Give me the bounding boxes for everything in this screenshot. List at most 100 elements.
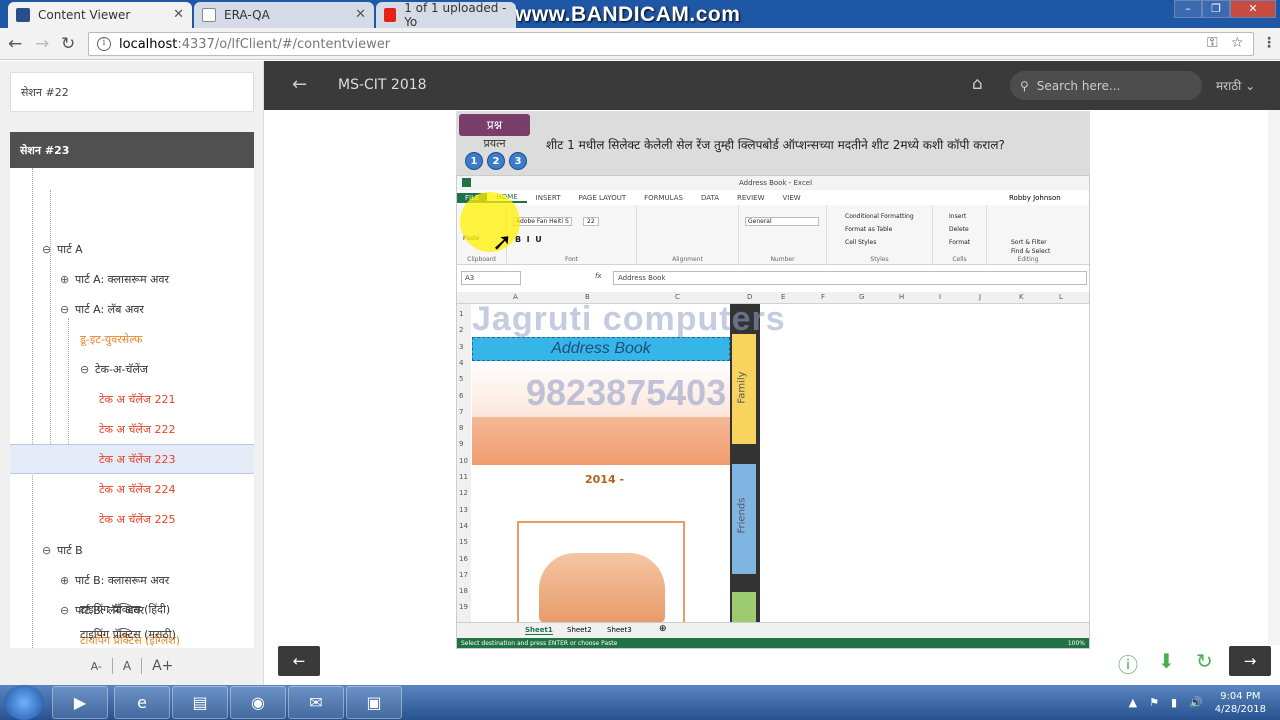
row-header: 17 xyxy=(459,570,468,579)
forward-icon[interactable]: → xyxy=(35,34,49,54)
collapse-icon[interactable]: ⊖ xyxy=(60,303,72,316)
home-icon[interactable]: ⌂ xyxy=(972,74,983,94)
tree-item-part-a-classroom[interactable]: ⊕ पार्ट A: क्लासरूम अवर xyxy=(60,264,169,294)
language-dropdown[interactable]: मराठी ⌄ xyxy=(1216,77,1255,94)
tray-arrow-icon[interactable]: ▲ xyxy=(1129,696,1137,709)
clock[interactable]: 9:04 PM 4/28/2018 xyxy=(1215,690,1266,716)
start-button-icon[interactable] xyxy=(4,685,44,720)
minimize-icon[interactable]: – xyxy=(1174,0,1202,18)
next-button[interactable]: → xyxy=(1229,646,1271,676)
app-header: ← MS-CIT 2018 ⌂ ⚲ Search here... मराठी ⌄ xyxy=(264,61,1280,110)
tab-close-icon[interactable]: ✕ xyxy=(355,7,366,22)
info-circle-icon[interactable]: ⓘ xyxy=(1118,649,1138,678)
search-input[interactable]: ⚲ Search here... xyxy=(1010,71,1202,100)
row-header: 8 xyxy=(459,424,464,433)
back-icon[interactable]: ← xyxy=(8,34,22,54)
page-favicon-icon xyxy=(202,8,216,22)
tree-item-take-a-challenge[interactable]: ⊖ टेक-अ-चॅलेंज xyxy=(80,354,148,384)
column-header: K xyxy=(1019,293,1024,301)
search-icon: ⚲ xyxy=(1020,78,1029,93)
tab-title: 1 of 1 uploaded - Yo xyxy=(404,2,507,28)
font-decrease-button[interactable]: A- xyxy=(91,660,102,673)
sort-filter: Sort & Filter xyxy=(1011,239,1047,246)
tree-item-challenge-225[interactable]: टेक अ चॅलेंज 225 xyxy=(99,504,176,534)
question-badge: प्रश्न प्रयत्न 1 2 3 xyxy=(459,114,530,172)
tree-item-challenge-221[interactable]: टेक अ चॅलेंज 221 xyxy=(99,384,176,414)
tree-item-challenge-224[interactable]: टेक अ चॅलेंज 224 xyxy=(99,474,176,504)
tree-item-part-b[interactable]: ⊖ पार्ट B xyxy=(42,535,83,565)
tree-item-part-b-classroom[interactable]: ⊕ पार्ट B: क्लासरूम अवर xyxy=(60,565,169,595)
network-icon[interactable]: ▮ xyxy=(1171,696,1177,709)
flag-icon[interactable]: ⚑ xyxy=(1149,696,1159,709)
tree-item-part-a-lab[interactable]: ⊖ पार्ट A: लॅब अवर xyxy=(60,294,144,324)
tab-content-viewer[interactable]: Content Viewer ✕ xyxy=(8,2,192,28)
internet-explorer-icon[interactable]: e xyxy=(114,686,170,719)
column-header: H xyxy=(899,293,905,301)
browser-tab-strip: Content Viewer ✕ ERA-QA ✕ 1 of 1 uploade… xyxy=(0,0,1280,28)
format-as-table: Format as Table xyxy=(845,226,893,233)
telephone-icon xyxy=(539,553,665,623)
tab-title: Content Viewer xyxy=(38,8,131,22)
tree-label: टाइपिंग प्रॅक्टिस (हिंदी) xyxy=(80,602,171,616)
new-sheet-icon: ⊕ xyxy=(659,624,667,634)
tree-item-challenge-223[interactable]: टेक अ चॅलेंज 223 xyxy=(10,444,254,474)
collapse-icon[interactable]: ⊖ xyxy=(42,243,54,256)
key-icon[interactable]: ⚿ xyxy=(1207,35,1218,51)
expand-icon[interactable]: ⊕ xyxy=(60,273,72,286)
row-header: 7 xyxy=(459,407,464,416)
bookmark-star-icon[interactable]: ☆ xyxy=(1231,35,1244,51)
window-controls: – ❐ ✕ xyxy=(1174,0,1276,18)
outlook-icon[interactable]: ✉ xyxy=(288,686,344,719)
tree-label: टेक अ चॅलेंज 225 xyxy=(99,512,176,526)
previous-button[interactable]: ← xyxy=(278,646,320,676)
chrome-icon[interactable]: ◉ xyxy=(230,686,286,719)
expand-icon[interactable]: ⊕ xyxy=(60,574,72,587)
tab-youtube[interactable]: 1 of 1 uploaded - Yo xyxy=(376,2,516,28)
font-increase-button[interactable]: A+ xyxy=(152,658,173,674)
file-explorer-icon[interactable]: ▤ xyxy=(172,686,228,719)
font-reset-button[interactable]: A xyxy=(123,659,131,673)
attempt-label: प्रयत्न xyxy=(483,137,506,150)
row-header: 19 xyxy=(459,603,468,612)
excel-logo-icon xyxy=(462,178,471,187)
row-header: 11 xyxy=(459,473,468,481)
tab-close-icon[interactable]: ✕ xyxy=(173,7,184,22)
reload-icon[interactable]: ↻ xyxy=(61,34,75,54)
menu-icon[interactable]: ⋮ xyxy=(1262,35,1276,51)
side-tabs: Family Friends xyxy=(730,304,760,624)
collapse-icon[interactable]: ⊖ xyxy=(80,363,92,376)
download-icon[interactable]: ⬇ xyxy=(1158,649,1175,673)
row-header: 6 xyxy=(459,391,464,400)
refresh-icon[interactable]: ↻ xyxy=(1196,649,1213,673)
sheet-tab-2: Sheet2 xyxy=(567,626,592,634)
back-arrow-icon[interactable]: ← xyxy=(292,74,307,95)
clock-date: 4/28/2018 xyxy=(1214,703,1266,715)
tree-label: टेक अ चॅलेंज 222 xyxy=(99,422,176,436)
excel-tab-insert: INSERT xyxy=(535,193,561,202)
scrollbar[interactable] xyxy=(1268,110,1280,645)
tree-item-part-a[interactable]: ⊖ पार्ट A xyxy=(42,234,83,264)
address-bar[interactable]: i localhost:4337/o/lfClient/#/contentvie… xyxy=(88,32,1254,56)
clock-time: 9:04 PM xyxy=(1220,690,1261,702)
tree-label: पार्ट B: क्लासरूम अवर xyxy=(75,573,170,587)
tree-item-typing-hindi[interactable]: टाइपिंग प्रॅक्टिस (हिंदी) xyxy=(80,594,170,624)
mouse-pointer-icon: ➚ xyxy=(492,228,513,256)
volume-icon[interactable]: 🔊 xyxy=(1189,696,1203,709)
tab-era-qa[interactable]: ERA-QA ✕ xyxy=(194,2,374,28)
session-22-item[interactable]: सेशन #22 xyxy=(10,72,254,112)
tree-item-diy[interactable]: डू-इट-युवरसेल्फ xyxy=(80,324,142,354)
course-title: MS-CIT 2018 xyxy=(338,77,427,93)
collapse-icon[interactable]: ⊖ xyxy=(60,604,72,617)
tree-item-challenge-222[interactable]: टेक अ चॅलेंज 222 xyxy=(99,414,176,444)
app-window-icon[interactable]: ▣ xyxy=(346,686,402,719)
collapse-icon[interactable]: ⊖ xyxy=(42,544,54,557)
restore-icon[interactable]: ❐ xyxy=(1202,0,1230,18)
info-icon[interactable]: i xyxy=(97,37,111,51)
tree-label: पार्ट B xyxy=(57,543,83,557)
media-player-icon[interactable]: ▶ xyxy=(52,686,108,719)
tree-label: टेक अ चॅलेंज 224 xyxy=(99,482,176,496)
session-23-header[interactable]: सेशन #23 xyxy=(10,132,254,168)
close-window-icon[interactable]: ✕ xyxy=(1230,0,1276,18)
tree-label: पार्ट A: लॅब अवर xyxy=(75,302,144,316)
tree-item-typing-marathi[interactable]: टाइपिंग प्रॅक्टिस (मराठी) xyxy=(80,624,176,644)
